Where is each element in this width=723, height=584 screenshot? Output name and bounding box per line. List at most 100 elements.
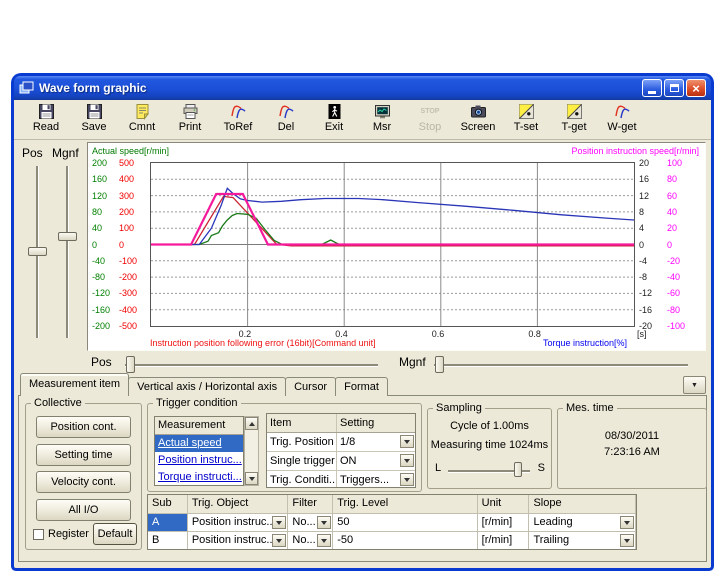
axis-tick: 0 — [92, 240, 97, 250]
axis-tick: -40 — [667, 272, 680, 282]
axis-tick: 80 — [667, 174, 677, 184]
mgnf-vslider-track[interactable] — [66, 166, 69, 338]
slope-cell[interactable]: Leading — [529, 513, 636, 531]
axis-tick: 40 — [667, 207, 677, 217]
axis-tick: 0 — [667, 240, 672, 250]
dropdown-button[interactable] — [317, 516, 331, 529]
toolbar-button-w-get[interactable]: W-get — [598, 102, 646, 138]
toolbar-button-t-set[interactable]: T-set — [502, 102, 550, 138]
tab-format[interactable]: Format — [335, 377, 388, 396]
dropdown-button[interactable] — [620, 516, 634, 529]
waveform-icon — [230, 102, 247, 121]
waveform-icon — [278, 102, 295, 121]
trigger-sub-table: SubTrig. ObjectFilterTrig. LevelUnitSlop… — [147, 494, 637, 550]
toolbar-button-toref[interactable]: ToRef — [214, 102, 262, 138]
measurement-list: Measurement Actual speedPosition instruc… — [154, 416, 244, 486]
axis-tick: 80 — [92, 207, 102, 217]
axis-tick: -16 — [639, 305, 652, 315]
camera-icon — [470, 102, 487, 121]
toolbar-button-stop: STOPStop — [406, 102, 454, 138]
dropdown-button[interactable] — [400, 454, 414, 467]
sampling-group-label: Sampling — [433, 402, 485, 415]
velocity-cont-button[interactable]: Velocity cont. — [36, 471, 131, 493]
measurement-list-scrollbar[interactable] — [244, 416, 259, 486]
tab-overflow-button[interactable]: ▼ — [683, 376, 706, 394]
toolbar-button-read[interactable]: Read — [22, 102, 70, 138]
sampling-slider-thumb[interactable] — [514, 462, 522, 477]
pos-hslider-label: Pos — [91, 355, 112, 369]
printer-icon — [182, 102, 199, 121]
trig-object-cell[interactable]: Position instruc... — [188, 531, 289, 549]
dropdown-button[interactable] — [620, 534, 634, 547]
toolbar-button-t-get[interactable]: T-get — [550, 102, 598, 138]
waveform-plot[interactable] — [150, 162, 635, 327]
position-cont-button[interactable]: Position cont. — [36, 416, 131, 438]
mgnf-hslider-thumb[interactable] — [435, 356, 444, 373]
trig-level-cell[interactable]: -50 — [333, 531, 477, 549]
all-i-o-button[interactable]: All I/O — [36, 499, 131, 521]
tab-vertical-axis-horizontal-axis[interactable]: Vertical axis / Horizontal axis — [128, 377, 286, 396]
tab-cursor[interactable]: Cursor — [285, 377, 336, 396]
toolbar-button-del[interactable]: Del — [262, 102, 310, 138]
unit-cell: [r/min] — [478, 513, 530, 531]
toolbar-button-label: ToRef — [224, 121, 253, 133]
axis-tick: 100 — [119, 223, 134, 233]
measurement-item-position-instruc[interactable]: Position instruc... — [155, 452, 243, 469]
filter-cell[interactable]: No... — [288, 531, 333, 549]
axis-tick: 0 — [639, 240, 644, 250]
unit-cell: [r/min] — [478, 531, 530, 549]
setting-header-cell: Setting — [337, 414, 415, 432]
dropdown-button[interactable] — [400, 435, 414, 448]
trigger-condition-group-label: Trigger condition — [153, 397, 241, 410]
axis-tick: -20 — [667, 256, 680, 266]
default-button[interactable]: Default — [93, 523, 137, 545]
toolbar-button-label: Stop — [419, 121, 442, 133]
arrow-down-icon — [249, 477, 255, 484]
toolbar-button-msr[interactable]: Msr — [358, 102, 406, 138]
pos-vslider-thumb[interactable] — [28, 247, 47, 256]
filter-cell[interactable]: No... — [288, 513, 333, 531]
measurement-item-actual-speed[interactable]: Actual speed — [155, 435, 243, 452]
toolbar-button-cmnt[interactable]: Cmnt — [118, 102, 166, 138]
item-table-row: Trig. Conditi...Triggers... — [267, 471, 415, 488]
maximize-button[interactable] — [664, 79, 684, 97]
toolbar-button-print[interactable]: Print — [166, 102, 214, 138]
dropdown-button[interactable] — [317, 534, 331, 547]
mgnf-vslider-thumb[interactable] — [58, 232, 77, 241]
register-checkbox[interactable] — [33, 529, 44, 540]
slope-cell[interactable]: Trailing — [529, 531, 636, 549]
scroll-down-button[interactable] — [245, 472, 258, 485]
tab-measurement-item[interactable]: Measurement item — [20, 373, 129, 396]
trig-level-cell[interactable]: 50 — [333, 513, 477, 531]
dropdown-button[interactable] — [272, 534, 286, 547]
trigger-table-header-unit: Unit — [478, 495, 530, 513]
sampling-cycle-text: Cycle of 1.00ms — [428, 420, 551, 432]
toolbar-button-save[interactable]: Save — [70, 102, 118, 138]
scroll-up-button[interactable] — [245, 417, 258, 430]
mgnf-hslider-track[interactable] — [434, 364, 688, 367]
axis-tick: -160 — [92, 305, 110, 315]
minimize-button[interactable] — [642, 79, 662, 97]
dropdown-button[interactable] — [272, 516, 286, 529]
axis-tick: 40 — [92, 223, 102, 233]
measurement-item-torque-instructi[interactable]: Torque instructi... — [155, 469, 243, 486]
toolbar-button-screen[interactable]: Screen — [454, 102, 502, 138]
toolbar-button-label: Print — [179, 121, 202, 133]
axis-tick: -200 — [92, 321, 110, 331]
close-button[interactable]: × — [686, 79, 706, 97]
axis-tick: 120 — [92, 191, 107, 201]
item-table-row: Trig. Position1/8 — [267, 433, 415, 452]
dropdown-button[interactable] — [400, 473, 414, 486]
mgnf-hslider-label: Mgnf — [399, 355, 426, 369]
trig-object-cell[interactable]: Position instruc... — [188, 513, 289, 531]
actual-speed-tick-column: 20016012080400-40-80-120-160-200 — [92, 163, 119, 326]
item-cell: Trig. Position — [267, 433, 337, 451]
pos-hslider-thumb[interactable] — [126, 356, 135, 373]
pos-hslider-track[interactable] — [125, 364, 378, 367]
measurement-timestamp: 7:23:16 AM — [558, 446, 706, 458]
setting-time-button[interactable]: Setting time — [36, 444, 131, 466]
mgnf-vslider-label: Mgnf — [52, 146, 79, 160]
sampling-groupbox: Sampling Cycle of 1.00ms Measuring time … — [427, 408, 552, 489]
sub-cell: A — [148, 513, 188, 531]
toolbar-button-exit[interactable]: Exit — [310, 102, 358, 138]
